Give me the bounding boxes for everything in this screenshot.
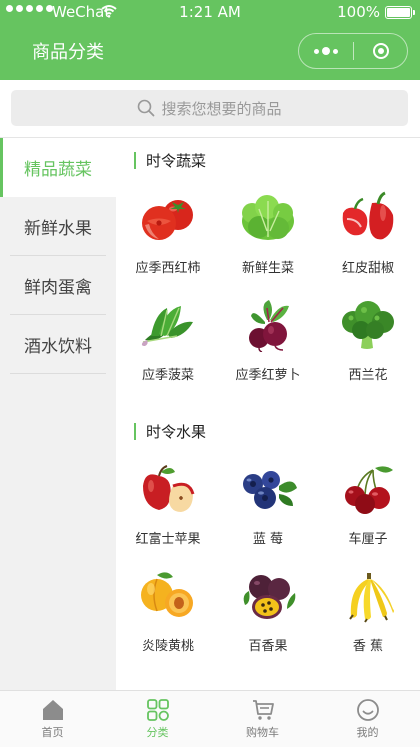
product-bell-pepper[interactable]: 红皮甜椒 xyxy=(316,185,420,292)
lettuce-icon xyxy=(242,195,294,240)
cart-icon xyxy=(252,700,274,720)
product-broccoli[interactable]: 西兰花 xyxy=(316,292,420,399)
product-peach[interactable]: 炎陵黄桃 xyxy=(116,563,220,670)
sidebar-item-fruits[interactable]: 新鲜水果 xyxy=(0,197,116,256)
apple-icon xyxy=(143,465,195,512)
product-cherry[interactable]: 车厘子 xyxy=(316,456,420,563)
page-title: 商品分类 xyxy=(32,42,104,63)
product-grid: 应季西红柿 新鲜生菜 红皮甜椒 应季菠菜 应季红萝卜 西兰花 xyxy=(116,185,420,399)
tab-label: 我的 xyxy=(356,726,379,739)
more-menu-button[interactable] xyxy=(299,34,353,68)
home-icon xyxy=(42,700,63,720)
product-label: 西兰花 xyxy=(348,368,388,383)
banana-icon xyxy=(349,573,394,623)
sidebar-item-label: 新鲜水果 xyxy=(24,219,92,239)
sidebar-item-label: 鲜肉蛋禽 xyxy=(24,278,92,298)
spinach-icon xyxy=(141,306,193,346)
product-label: 车厘子 xyxy=(348,532,388,547)
sidebar-item-label: 酒水饮料 xyxy=(24,337,92,357)
profile-icon xyxy=(356,699,379,721)
tab-label: 分类 xyxy=(146,726,169,739)
blueberry-icon xyxy=(243,471,297,509)
more-dot-icon xyxy=(314,48,319,54)
product-label: 炎陵黄桃 xyxy=(141,639,194,654)
product-grid: 红富士苹果 蓝 莓 车厘子 炎陵黄桃 百香果 香 蕉 xyxy=(116,456,420,670)
category-sidebar: 精品蔬菜 新鲜水果 鲜肉蛋禽 酒水饮料 xyxy=(0,137,116,690)
peach-icon xyxy=(141,572,193,617)
product-label: 红皮甜椒 xyxy=(341,261,394,276)
product-beet[interactable]: 应季红萝卜 xyxy=(220,292,316,399)
product-blueberry[interactable]: 蓝 莓 xyxy=(220,456,316,563)
tab-label: 首页 xyxy=(41,726,64,739)
product-label: 应季红萝卜 xyxy=(235,368,301,383)
search-icon xyxy=(138,99,155,117)
bell-pepper-icon xyxy=(342,191,394,240)
more-dot-icon xyxy=(333,48,338,54)
section-title: 时令水果 xyxy=(134,422,206,441)
product-lettuce[interactable]: 新鲜生菜 xyxy=(220,185,316,292)
tomato-icon xyxy=(142,200,193,240)
product-label: 新鲜生菜 xyxy=(241,261,294,276)
product-banana[interactable]: 香 蕉 xyxy=(316,563,420,670)
section-title: 时令蔬菜 xyxy=(134,151,206,170)
product-label: 应季西红柿 xyxy=(135,261,201,276)
product-label: 香 蕉 xyxy=(352,639,384,654)
battery-percent: 100% xyxy=(337,3,380,21)
status-bar: WeChat 1:21 AM 100% xyxy=(0,0,420,24)
tab-cart[interactable]: 购物车 xyxy=(210,691,315,747)
tab-home[interactable]: 首页 xyxy=(0,691,105,747)
product-spinach[interactable]: 应季菠菜 xyxy=(116,292,220,399)
product-label: 红富士苹果 xyxy=(135,532,201,547)
passion-fruit-icon xyxy=(243,575,296,619)
product-tomato[interactable]: 应季西红柿 xyxy=(116,185,220,292)
product-label: 百香果 xyxy=(248,639,288,654)
close-target-icon xyxy=(372,43,389,59)
product-apple[interactable]: 红富士苹果 xyxy=(116,456,220,563)
product-content: 时令蔬菜 应季西红柿 新鲜生菜 红皮甜椒 应季菠菜 应季红萝卜 西兰花 时令水果… xyxy=(116,137,420,690)
broccoli-icon xyxy=(342,301,394,349)
category-icon xyxy=(146,699,169,721)
cherry-icon xyxy=(345,466,393,514)
beet-icon xyxy=(249,300,289,352)
search-input[interactable]: 搜索您想要的商品 xyxy=(11,90,408,126)
search-placeholder: 搜索您想要的商品 xyxy=(161,99,282,118)
close-miniprogram-button[interactable] xyxy=(354,34,407,68)
sidebar-item-drinks[interactable]: 酒水饮料 xyxy=(0,315,116,374)
sidebar-item-meat-eggs[interactable]: 鲜肉蛋禽 xyxy=(0,256,116,315)
product-label: 蓝 莓 xyxy=(252,532,284,547)
tab-category[interactable]: 分类 xyxy=(105,691,210,747)
battery-icon xyxy=(385,6,415,19)
bottom-tab-bar: 首页 分类 购物车 我的 xyxy=(0,690,420,747)
tab-label: 购物车 xyxy=(246,726,279,739)
sidebar-item-vegetables[interactable]: 精品蔬菜 xyxy=(0,138,116,197)
sidebar-item-label: 精品蔬菜 xyxy=(24,160,92,180)
nav-bar: 商品分类 xyxy=(0,24,420,80)
miniprogram-capsule xyxy=(298,33,408,69)
tab-profile[interactable]: 我的 xyxy=(315,691,420,747)
search-bar: 搜索您想要的商品 xyxy=(0,80,420,136)
product-label: 应季菠菜 xyxy=(141,368,194,383)
more-dot-icon xyxy=(322,47,330,55)
product-passion-fruit[interactable]: 百香果 xyxy=(220,563,316,670)
